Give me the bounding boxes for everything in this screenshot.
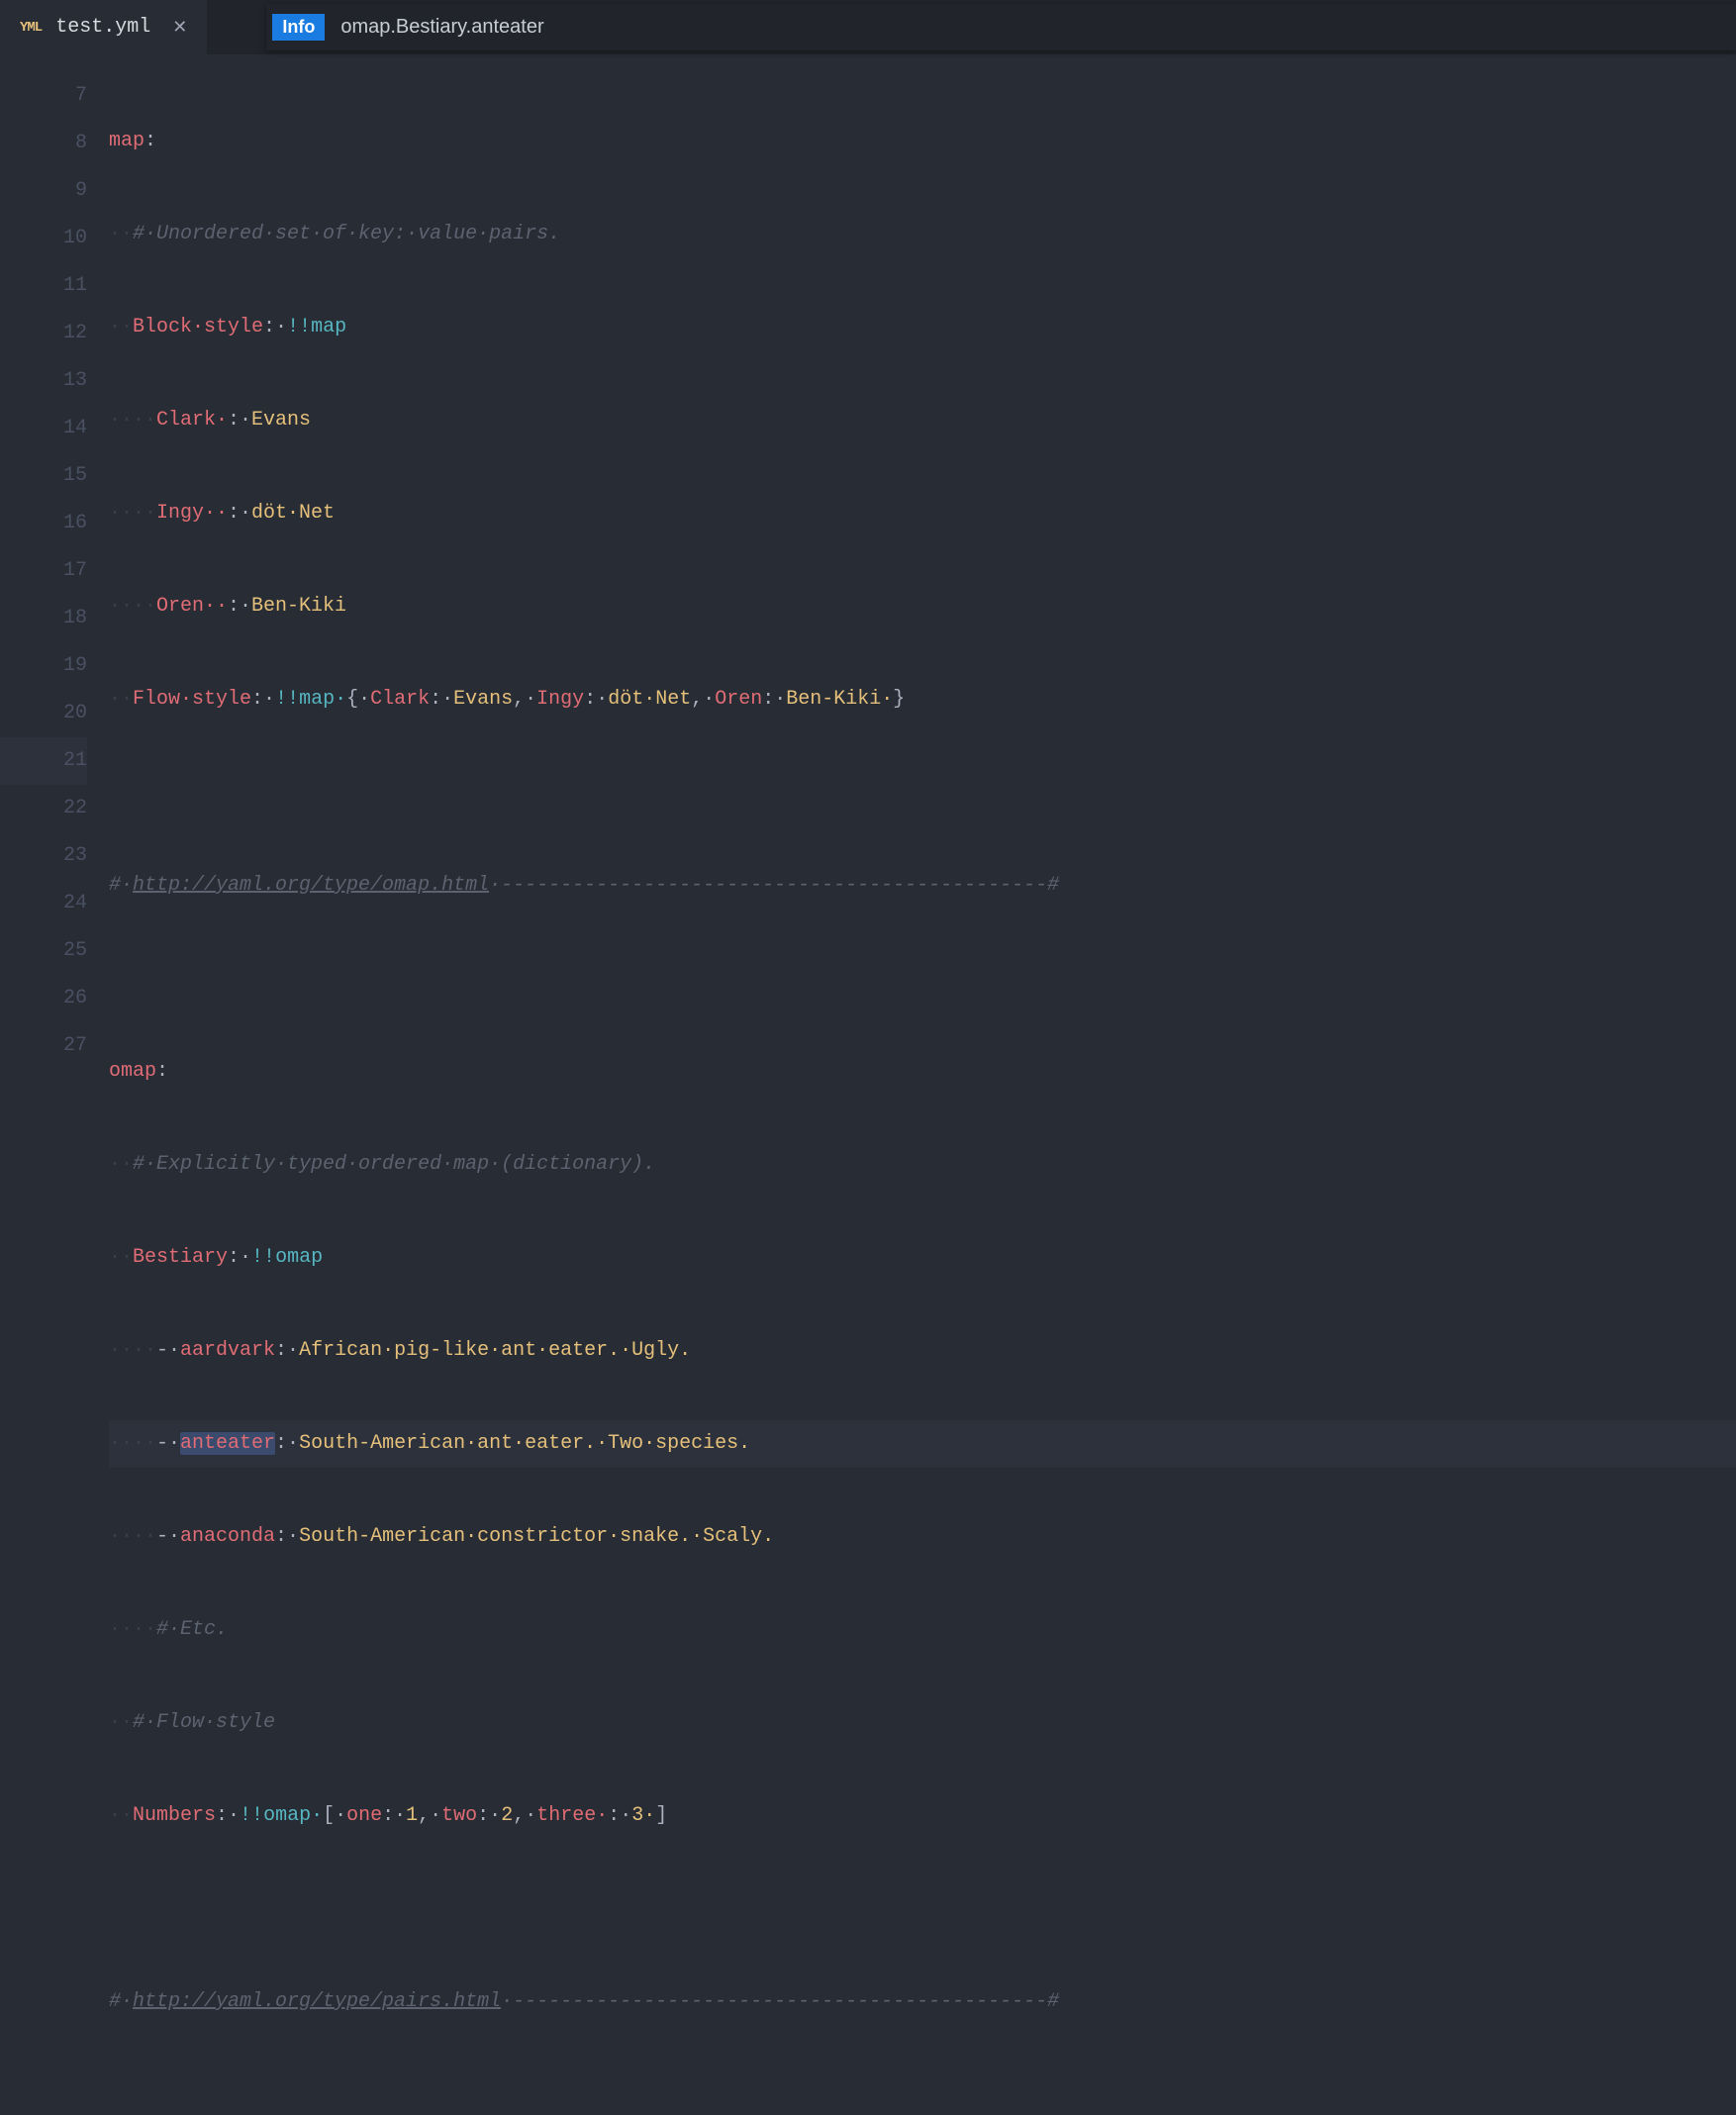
line-number: 11: [0, 262, 87, 310]
line-number: 25: [0, 927, 87, 975]
line-number: 10: [0, 215, 87, 262]
line-number: 8: [0, 120, 87, 167]
tab-testyml[interactable]: YML test.yml ✕: [0, 0, 207, 54]
line-number: 12: [0, 310, 87, 357]
tab-gap: [207, 0, 266, 54]
line-number: 7: [0, 72, 87, 120]
line-number: 17: [0, 547, 87, 595]
line-number: 14: [0, 405, 87, 452]
line-number: 24: [0, 880, 87, 927]
yml-icon: YML: [20, 20, 42, 36]
code-area[interactable]: map: ··#·Unordered·set·of·key:·value·pai…: [109, 54, 1736, 1081]
close-icon[interactable]: ✕: [172, 17, 187, 39]
breadcrumb: omap.Bestiary.anteater: [340, 16, 543, 39]
line-number: 22: [0, 785, 87, 832]
info-bar: Info omap.Bestiary.anteater: [266, 4, 1736, 50]
selected-key: anteater: [180, 1432, 275, 1455]
line-gutter: 789101112131415161718192021222324252627: [0, 54, 109, 1081]
editor[interactable]: 789101112131415161718192021222324252627 …: [0, 54, 1736, 1081]
info-chip: Info: [272, 14, 325, 41]
line-number: 19: [0, 642, 87, 690]
current-line[interactable]: ····-·anteater:·South-American·ant·eater…: [109, 1420, 1736, 1468]
line-number: 15: [0, 452, 87, 500]
line-number: 9: [0, 167, 87, 215]
line-number: 26: [0, 975, 87, 1022]
line-number: 18: [0, 595, 87, 642]
line-number: 27: [0, 1022, 87, 1070]
tab-filename: test.yml: [55, 16, 150, 39]
line-number: 16: [0, 500, 87, 547]
line-number: 23: [0, 832, 87, 880]
line-number: 20: [0, 690, 87, 737]
line-number: 13: [0, 357, 87, 405]
line-number: 21: [0, 737, 87, 785]
tab-bar: YML test.yml ✕ Info omap.Bestiary.anteat…: [0, 0, 1736, 54]
